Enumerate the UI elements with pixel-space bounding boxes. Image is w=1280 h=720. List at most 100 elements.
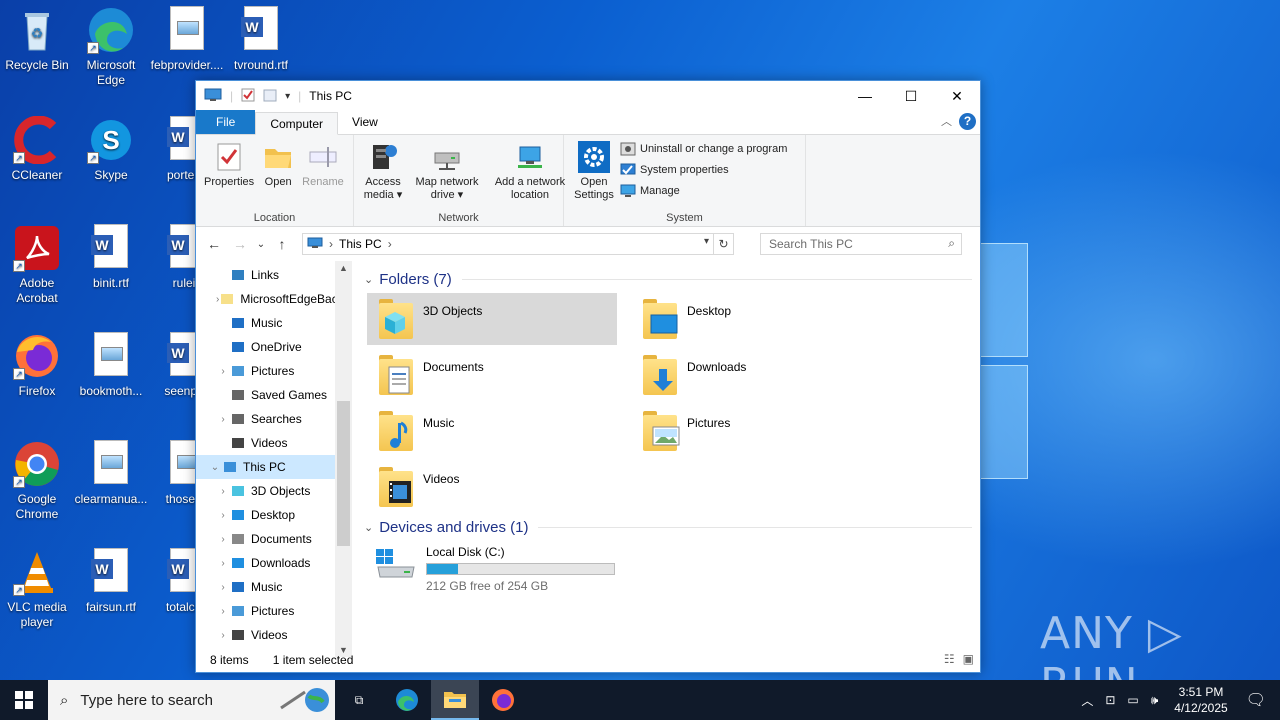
shortcut-arrow-icon: ↗ — [13, 584, 25, 596]
nav-tree-item[interactable]: › Searches — [196, 407, 352, 431]
nav-tree-item[interactable]: ⌄ This PC — [196, 455, 352, 479]
nav-tree-item[interactable]: Videos — [196, 431, 352, 455]
nav-tree-item[interactable]: › Pictures — [196, 599, 352, 623]
notifications-icon[interactable]: 🗨 — [1238, 690, 1280, 710]
title-bar[interactable]: | ▾ | This PC — ☐ ✕ — [196, 81, 980, 111]
expand-chevron-icon[interactable]: › — [216, 510, 230, 521]
help-icon[interactable]: ? — [959, 113, 976, 130]
show-hidden-icons-chevron-icon[interactable]: ︿ — [1075, 692, 1099, 709]
expand-chevron-icon[interactable]: › — [216, 534, 230, 545]
breadcrumb-this-pc[interactable]: This PC — [339, 237, 382, 251]
tab-computer[interactable]: Computer — [255, 112, 339, 135]
desktop-icon-fairsun[interactable]: W fairsun.rtf — [74, 548, 148, 615]
breadcrumb-chevron-icon[interactable]: › — [388, 237, 392, 251]
ethernet-icon[interactable]: ▭ — [1121, 693, 1144, 707]
details-view-icon[interactable]: ☷ — [944, 652, 955, 666]
expand-chevron-icon[interactable]: › — [216, 630, 230, 641]
collapse-chevron-icon[interactable]: ⌄ — [364, 273, 373, 286]
collapse-ribbon-chevron-icon[interactable]: ︿ — [941, 113, 952, 129]
taskbar-search-box[interactable]: ⌕ Type here to search — [48, 680, 335, 720]
desktop-icon-label: bookmoth... — [79, 384, 143, 398]
properties-quick-icon[interactable] — [241, 88, 255, 105]
nav-tree-item[interactable]: › Documents — [196, 527, 352, 551]
drives-group-header[interactable]: ⌄ Devices and drives (1) — [364, 517, 972, 537]
recent-locations-chevron-icon[interactable]: ⌄ — [256, 239, 266, 250]
nav-tree-item[interactable]: Music — [196, 311, 352, 335]
manage-button[interactable]: Manage — [620, 183, 787, 199]
scrollbar-thumb[interactable] — [337, 401, 350, 546]
desktop-icon-skype[interactable]: S ↗ Skype — [74, 116, 148, 183]
taskbar-edge-button[interactable] — [383, 680, 431, 720]
expand-chevron-icon[interactable]: › — [216, 366, 230, 377]
folder-item[interactable]: 3D Objects — [367, 293, 617, 345]
uninstall-program-button[interactable]: Uninstall or change a program — [620, 141, 787, 157]
search-box[interactable]: Search This PC ⌕ — [760, 233, 962, 255]
refresh-icon[interactable]: ↻ — [713, 234, 733, 254]
folder-item[interactable]: Downloads — [631, 349, 881, 401]
tab-view[interactable]: View — [338, 111, 392, 134]
system-properties-button[interactable]: System properties — [620, 162, 787, 178]
search-input[interactable]: Search This PC — [769, 237, 853, 251]
folder-item[interactable]: Music — [367, 405, 617, 457]
up-arrow-icon[interactable]: ↑ — [272, 236, 292, 252]
start-button[interactable] — [0, 680, 48, 720]
desktop-icon-clearmanua[interactable]: clearmanua... — [74, 440, 148, 507]
file-explorer-window[interactable]: | ▾ | This PC — ☐ ✕ File Computer View ︿… — [195, 80, 981, 673]
folder-item[interactable]: Desktop — [631, 293, 881, 345]
desktop-icon-tvround[interactable]: W tvround.rtf — [224, 6, 298, 73]
expand-chevron-icon[interactable]: ⌄ — [208, 462, 222, 473]
breadcrumb-chevron-icon[interactable]: › — [329, 237, 333, 251]
minimize-button[interactable]: — — [842, 81, 888, 111]
folders-group-header[interactable]: ⌄ Folders (7) — [364, 269, 972, 289]
address-dropdown-chevron-icon[interactable]: ▾ — [704, 236, 709, 247]
nav-tree-item[interactable]: Saved Games — [196, 383, 352, 407]
folder-item[interactable]: Videos — [367, 461, 617, 513]
scroll-up-arrow-icon[interactable]: ▲ — [335, 263, 352, 273]
close-button[interactable]: ✕ — [934, 81, 980, 111]
forward-arrow-icon[interactable]: → — [230, 236, 250, 252]
taskbar-firefox-button[interactable] — [479, 680, 527, 720]
desktop-icon-firefox[interactable]: ↗ Firefox — [0, 332, 74, 399]
tab-file[interactable]: File — [196, 110, 256, 134]
back-arrow-icon[interactable]: ← — [204, 236, 224, 252]
nav-tree-item[interactable]: › Pictures — [196, 359, 352, 383]
desktop-icon-febprovider[interactable]: febprovider.... — [150, 6, 224, 73]
clock[interactable]: 3:51 PM 4/12/2025 — [1164, 684, 1237, 716]
taskbar-file-explorer-button[interactable] — [431, 680, 479, 720]
volume-icon[interactable]: 🕪 — [1145, 693, 1165, 708]
network-status-icon[interactable]: ⊡ — [1099, 693, 1121, 707]
maximize-button[interactable]: ☐ — [888, 81, 934, 111]
folder-item[interactable]: Documents — [367, 349, 617, 401]
desktop-icon-vlc[interactable]: ↗ VLC media player — [0, 548, 74, 630]
nav-tree-item[interactable]: › Music — [196, 575, 352, 599]
nav-tree-item[interactable]: OneDrive — [196, 335, 352, 359]
customize-toolbar-chevron-icon[interactable]: ▾ — [285, 91, 290, 102]
collapse-chevron-icon[interactable]: ⌄ — [364, 521, 373, 534]
nav-tree-item[interactable]: › 3D Objects — [196, 479, 352, 503]
desktop-icon-adobe-acrobat[interactable]: ↗ Adobe Acrobat — [0, 224, 74, 306]
nav-tree-item[interactable]: Links — [196, 263, 352, 287]
nav-tree-item[interactable]: › Downloads — [196, 551, 352, 575]
expand-chevron-icon[interactable]: › — [216, 414, 230, 425]
expand-chevron-icon[interactable]: › — [216, 486, 230, 497]
expand-chevron-icon[interactable]: › — [216, 582, 230, 593]
drive-local-disk-c[interactable]: Local Disk (C:) 212 GB free of 254 GB — [364, 541, 972, 597]
new-folder-quick-icon[interactable] — [263, 88, 277, 105]
expand-chevron-icon[interactable]: › — [216, 558, 230, 569]
task-view-button[interactable]: ⧉ — [335, 680, 383, 720]
navigation-pane-scrollbar[interactable]: ▲ ▼ — [335, 261, 352, 657]
address-bar[interactable]: › This PC › ▾ ↻ — [302, 233, 734, 255]
taskbar-search-input[interactable]: Type here to search — [80, 692, 213, 709]
desktop-icon-bookmoth[interactable]: bookmoth... — [74, 332, 148, 399]
large-icons-view-icon[interactable]: ▣ — [963, 652, 974, 666]
desktop-icon-google-chrome[interactable]: ↗ Google Chrome — [0, 440, 74, 522]
desktop-icon-ccleaner[interactable]: ↗ CCleaner — [0, 115, 74, 183]
desktop-icon-edge[interactable]: ↗ Microsoft Edge — [74, 6, 148, 88]
nav-tree-item[interactable]: › Desktop — [196, 503, 352, 527]
folder-item[interactable]: Pictures — [631, 405, 881, 457]
nav-tree-item[interactable]: › Videos — [196, 623, 352, 647]
nav-tree-item[interactable]: › MicrosoftEdgeBackups — [196, 287, 352, 311]
desktop-icon-recycle-bin[interactable]: ♻ Recycle Bin — [0, 6, 74, 73]
desktop-icon-binit[interactable]: W binit.rtf — [74, 224, 148, 291]
expand-chevron-icon[interactable]: › — [216, 606, 230, 617]
